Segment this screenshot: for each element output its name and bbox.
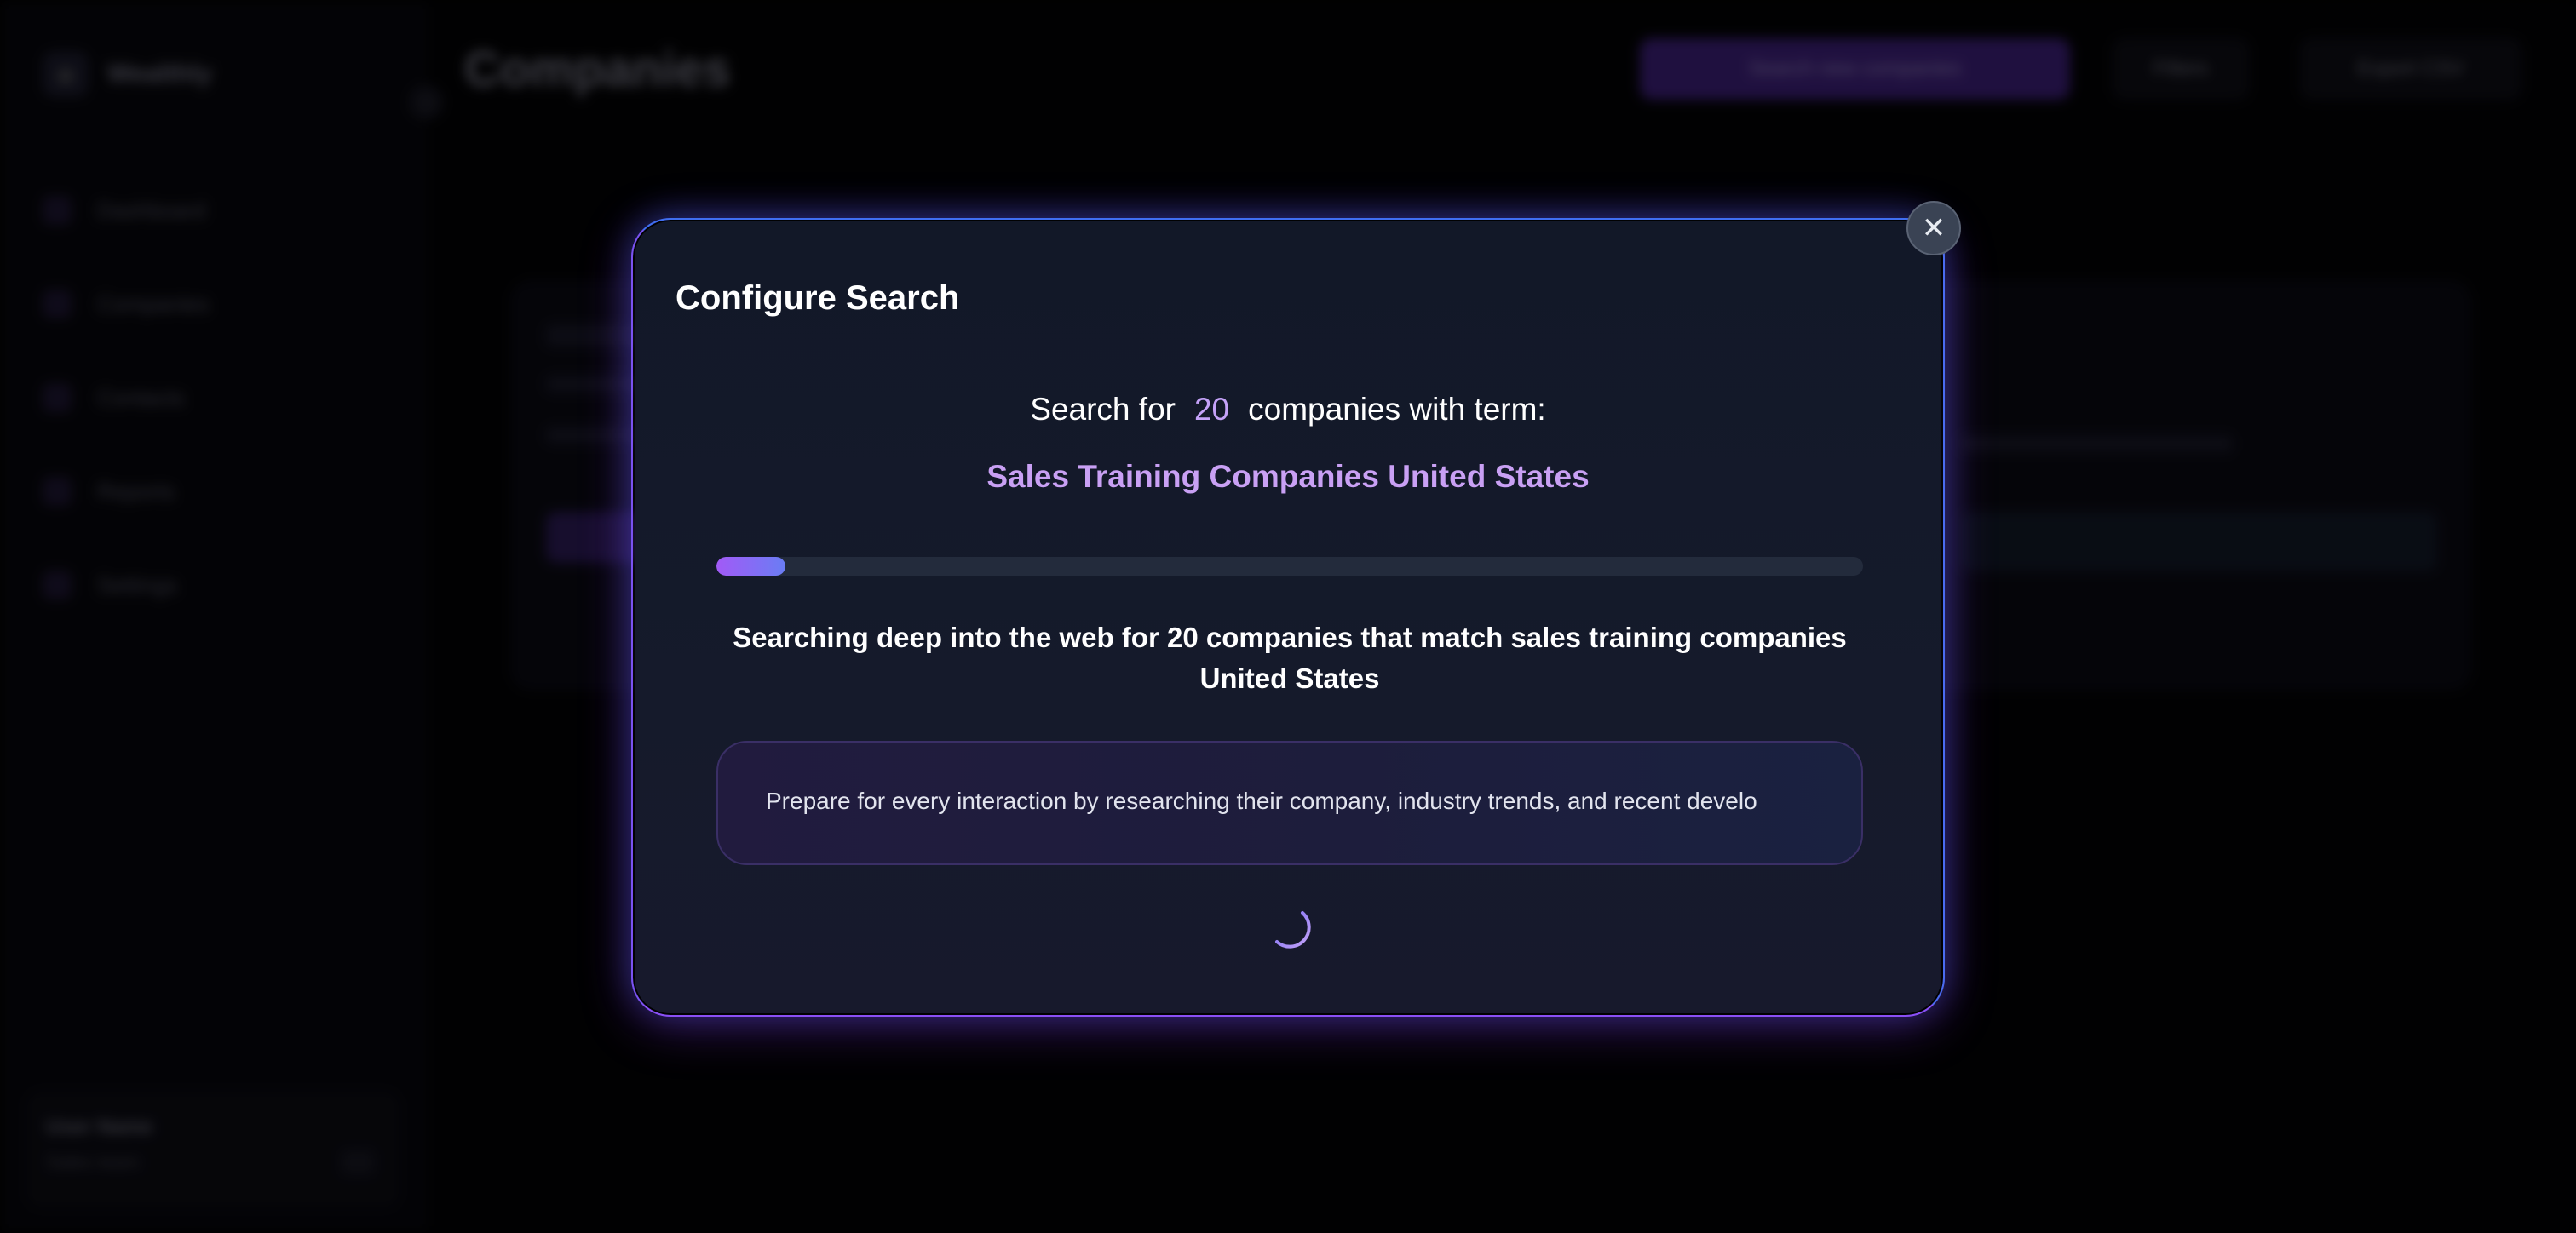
search-term: Sales Training Companies United States (986, 459, 1590, 494)
sidebar-item-contacts: Contacts (43, 383, 210, 412)
grid-icon (43, 196, 72, 225)
sidebar-item-label: Reports (97, 478, 175, 504)
export-button: Export CSV (2300, 38, 2521, 100)
search-count: 20 (1193, 392, 1230, 427)
search-suffix: companies with term: (1248, 392, 1546, 427)
configure-search-modal: Configure Search Search for 20 companies w… (633, 220, 1943, 1015)
tip-box: Prepare for every interaction by researc… (716, 741, 1863, 865)
progress-bar (716, 557, 1863, 576)
sidebar-nav: Dashboard Companies Contacts Reports Set… (43, 196, 210, 599)
sidebar-item-dashboard: Dashboard (43, 196, 210, 225)
chart-icon (43, 477, 72, 506)
search-new-companies-button: Search new companies (1640, 38, 2070, 100)
modal-title: Configure Search (676, 279, 960, 317)
sidebar-item-label: Contacts (97, 384, 185, 410)
gear-icon (43, 571, 72, 599)
brand-logo-icon: ◈ (43, 51, 89, 97)
sidebar-item-companies: Companies (43, 290, 210, 318)
page-title: Companies (464, 42, 731, 97)
sidebar-item-reports: Reports (43, 477, 210, 506)
search-summary: Search for 20 companies with term: (635, 392, 1941, 427)
progress-fill (716, 557, 785, 576)
logout-icon (341, 1150, 375, 1175)
sidebar: ◈ Wealthly Dashboard Companies Contacts … (0, 0, 426, 1233)
user-name: User Name (46, 1115, 153, 1138)
close-icon: ✕ (1921, 212, 1946, 244)
users-icon (43, 383, 72, 412)
sidebar-item-label: Settings (97, 571, 177, 598)
sidebar-item-settings: Settings (43, 571, 210, 599)
user-card: User Name Sales team (26, 1090, 400, 1209)
status-text: Searching deep into the web for 20 compa… (733, 622, 1847, 694)
content-placeholder (1960, 435, 2233, 452)
building-icon (43, 290, 72, 318)
brand-name: Wealthly (107, 60, 212, 88)
loading-spinner-icon (1275, 911, 1311, 949)
content-button (1960, 512, 2437, 571)
user-role: Sales team (46, 1151, 141, 1173)
search-prefix: Search for (1030, 392, 1176, 427)
brand: ◈ Wealthly (43, 51, 212, 97)
tip-text: Prepare for every interaction by researc… (766, 788, 1757, 814)
sidebar-item-label: Dashboard (97, 197, 206, 223)
filters-button: Filters (2113, 38, 2249, 100)
close-modal-button[interactable]: ✕ (1906, 201, 1961, 255)
sidebar-item-label: Companies (97, 290, 210, 317)
collapse-sidebar-icon: ‹ (409, 85, 443, 119)
